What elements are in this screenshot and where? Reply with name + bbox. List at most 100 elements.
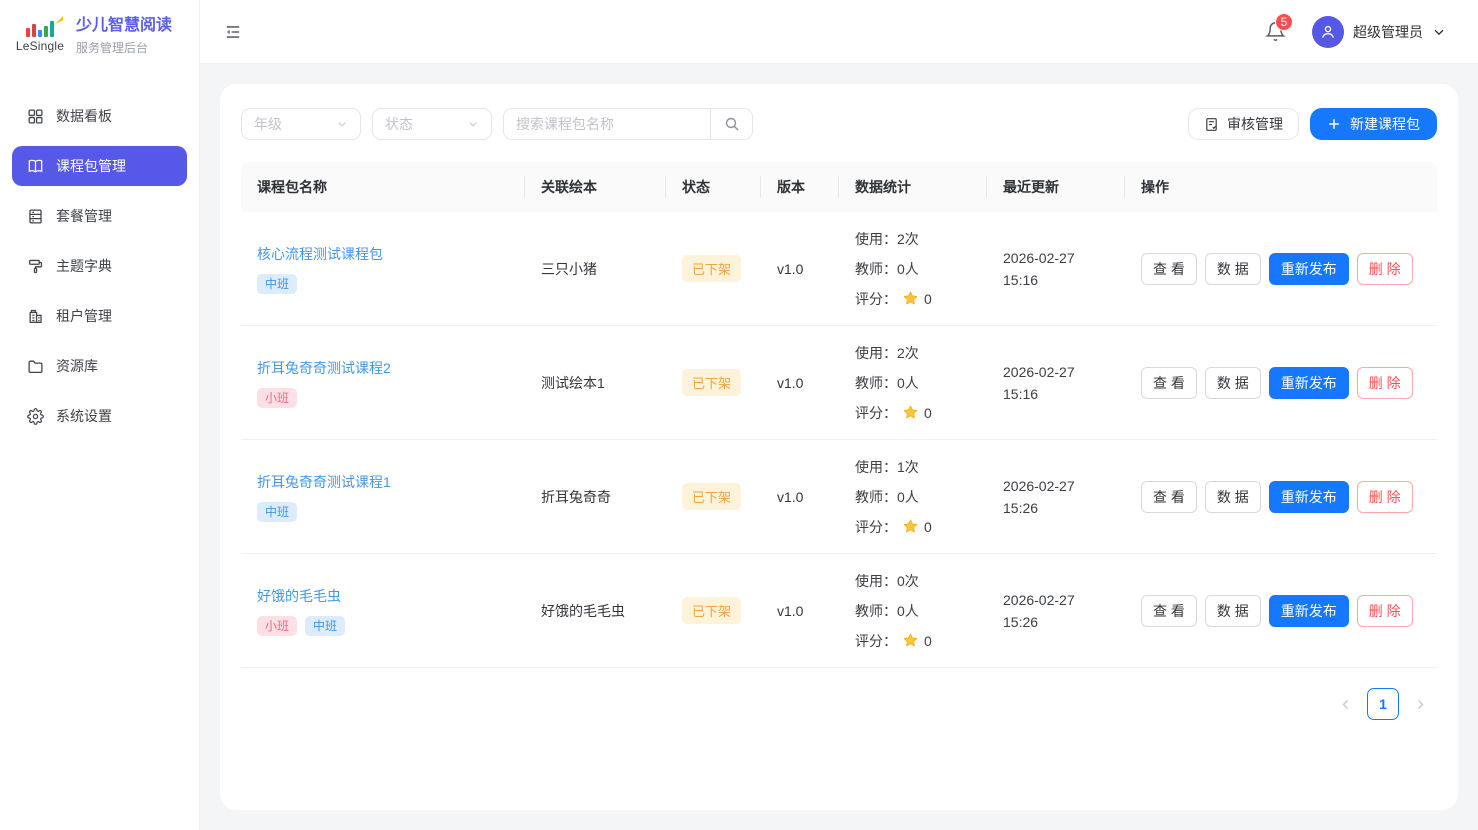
star-icon xyxy=(902,404,919,421)
delete-button[interactable]: 删 除 xyxy=(1357,367,1413,399)
column-header: 状态 xyxy=(666,177,761,197)
search-input[interactable] xyxy=(504,109,710,139)
version-cell: v1.0 xyxy=(761,595,839,627)
republish-button[interactable]: 重新发布 xyxy=(1269,595,1349,627)
user-icon xyxy=(1319,23,1337,41)
sidebar-item-label: 数据看板 xyxy=(56,106,112,126)
logo-spark xyxy=(55,16,63,24)
version-cell: v1.0 xyxy=(761,367,839,399)
user-menu[interactable]: 超级管理员 xyxy=(1312,16,1446,48)
rating-label: 评分： xyxy=(855,284,897,314)
teacher-stat: 教师：0人 xyxy=(855,254,971,284)
create-package-button[interactable]: 新建课程包 xyxy=(1310,108,1437,140)
sidebar-collapse-icon[interactable] xyxy=(224,23,242,41)
sidebar-item-label: 租户管理 xyxy=(56,306,112,326)
notifications-button[interactable]: 5 xyxy=(1265,21,1286,42)
grade-tags: 中班 xyxy=(257,274,509,294)
rating-stat: 评分： 0 xyxy=(855,512,971,542)
data-button[interactable]: 数 据 xyxy=(1205,595,1261,627)
sidebar-item-settings[interactable]: 系统设置 xyxy=(12,396,187,436)
notification-badge: 5 xyxy=(1275,13,1293,31)
table-row: 折耳兔奇奇测试课程2 小班 测试绘本1 已下架 v1.0 使用：2次 教师：0人… xyxy=(241,326,1437,440)
updated-date: 2026-02-27 xyxy=(1003,589,1109,611)
updated-cell: 2026-02-27 15:26 xyxy=(987,581,1125,641)
teacher-stat: 教师：0人 xyxy=(855,596,971,626)
rating-value: 0 xyxy=(924,284,932,314)
sidebar-item-plans[interactable]: 套餐管理 xyxy=(12,196,187,236)
stats-cell: 使用：1次 教师：0人 评分： 0 xyxy=(839,444,987,550)
rating-value: 0 xyxy=(924,512,932,542)
package-name-link[interactable]: 好饿的毛毛虫 xyxy=(257,586,341,606)
view-button[interactable]: 查 看 xyxy=(1141,367,1197,399)
table-row: 好饿的毛毛虫 小班中班 好饿的毛毛虫 已下架 v1.0 使用：0次 教师：0人 … xyxy=(241,554,1437,668)
pagination-page-1[interactable]: 1 xyxy=(1367,688,1399,720)
grade-tag: 小班 xyxy=(257,388,297,408)
star-icon xyxy=(902,632,919,649)
linked-book-cell: 测试绘本1 xyxy=(525,365,666,401)
search-button[interactable] xyxy=(710,109,752,139)
sidebar-item-tenants[interactable]: 租户管理 xyxy=(12,296,187,336)
actions-cell: 查 看 数 据 重新发布 删 除 xyxy=(1125,245,1437,293)
pagination-next-icon[interactable] xyxy=(1414,698,1427,711)
view-button[interactable]: 查 看 xyxy=(1141,481,1197,513)
logo-bars xyxy=(26,19,54,37)
star-icon xyxy=(902,290,919,307)
avatar xyxy=(1312,16,1344,48)
pagination-prev-icon[interactable] xyxy=(1339,698,1352,711)
column-header: 数据统计 xyxy=(839,177,987,197)
version-cell: v1.0 xyxy=(761,481,839,513)
status-select[interactable]: 状态 xyxy=(372,108,492,140)
republish-button[interactable]: 重新发布 xyxy=(1269,367,1349,399)
audit-button-label: 审核管理 xyxy=(1227,114,1283,134)
brand[interactable]: LeSingle 少儿智慧阅读 服务管理后台 xyxy=(0,0,199,72)
package-name-cell: 折耳兔奇奇测试课程2 小班 xyxy=(241,350,525,416)
view-button[interactable]: 查 看 xyxy=(1141,253,1197,285)
status-badge: 已下架 xyxy=(682,483,741,510)
grade-select-placeholder: 年级 xyxy=(254,114,282,134)
data-button[interactable]: 数 据 xyxy=(1205,253,1261,285)
column-header: 操作 xyxy=(1125,177,1437,197)
rating-value: 0 xyxy=(924,626,932,656)
package-name-link[interactable]: 折耳兔奇奇测试课程2 xyxy=(257,358,391,378)
sidebar-item-resources[interactable]: 资源库 xyxy=(12,346,187,386)
rating-stat: 评分： 0 xyxy=(855,284,971,314)
column-header: 关联绘本 xyxy=(525,177,666,197)
audit-manage-button[interactable]: 审核管理 xyxy=(1188,108,1299,140)
sidebar-item-dashboard[interactable]: 数据看板 xyxy=(12,96,187,136)
dashboard-icon xyxy=(27,108,44,125)
brand-logo-icon: LeSingle xyxy=(14,19,66,53)
grade-select[interactable]: 年级 xyxy=(241,108,361,140)
sidebar-item-label: 主题字典 xyxy=(56,256,112,276)
republish-button[interactable]: 重新发布 xyxy=(1269,253,1349,285)
teacher-stat: 教师：0人 xyxy=(855,482,971,512)
updated-cell: 2026-02-27 15:16 xyxy=(987,353,1125,413)
version-cell: v1.0 xyxy=(761,253,839,285)
republish-button[interactable]: 重新发布 xyxy=(1269,481,1349,513)
sidebar-item-theme-dictionary[interactable]: 主题字典 xyxy=(12,246,187,286)
search-box xyxy=(503,108,753,140)
data-button[interactable]: 数 据 xyxy=(1205,481,1261,513)
column-header: 版本 xyxy=(761,177,839,197)
view-button[interactable]: 查 看 xyxy=(1141,595,1197,627)
usage-stat: 使用：2次 xyxy=(855,224,971,254)
rating-stat: 评分： 0 xyxy=(855,626,971,656)
delete-button[interactable]: 删 除 xyxy=(1357,595,1413,627)
updated-date: 2026-02-27 xyxy=(1003,247,1109,269)
delete-button[interactable]: 删 除 xyxy=(1357,481,1413,513)
status-cell: 已下架 xyxy=(666,361,761,404)
usage-stat: 使用：1次 xyxy=(855,452,971,482)
grade-tag: 中班 xyxy=(257,274,297,294)
sidebar-item-course-packages[interactable]: 课程包管理 xyxy=(12,146,187,186)
system-settings-icon xyxy=(27,408,44,425)
actions-cell: 查 看 数 据 重新发布 删 除 xyxy=(1125,473,1437,521)
stats-cell: 使用：2次 教师：0人 评分： 0 xyxy=(839,330,987,436)
delete-button[interactable]: 删 除 xyxy=(1357,253,1413,285)
data-button[interactable]: 数 据 xyxy=(1205,367,1261,399)
package-name-link[interactable]: 折耳兔奇奇测试课程1 xyxy=(257,472,391,492)
updated-time: 15:16 xyxy=(1003,383,1109,405)
updated-time: 15:26 xyxy=(1003,611,1109,633)
create-button-label: 新建课程包 xyxy=(1350,114,1420,134)
brand-text: 少儿智慧阅读 服务管理后台 xyxy=(76,16,172,56)
package-name-link[interactable]: 核心流程测试课程包 xyxy=(257,244,383,264)
grade-tag: 小班 xyxy=(257,616,297,636)
